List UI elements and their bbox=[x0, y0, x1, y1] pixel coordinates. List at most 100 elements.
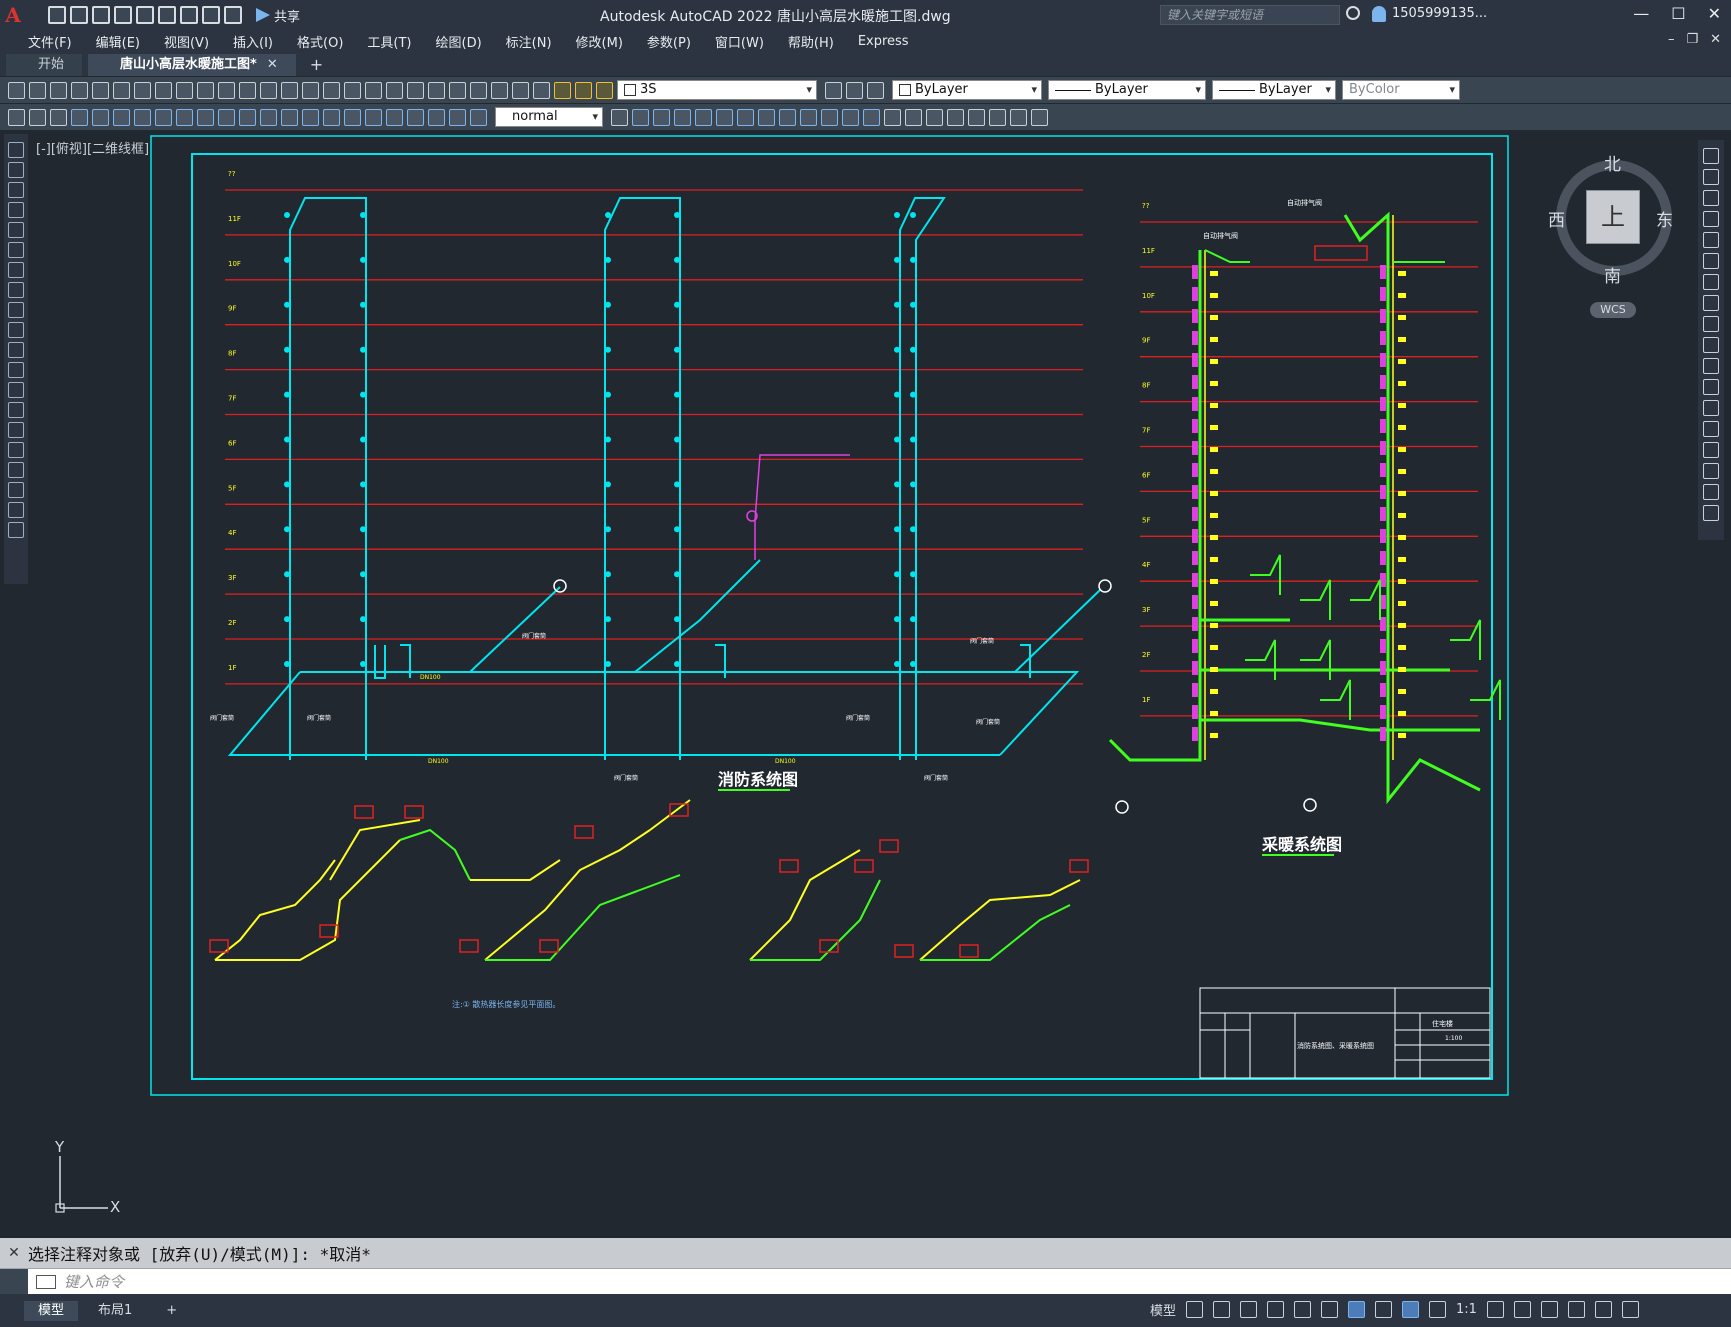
ucs-face-icon[interactable] bbox=[758, 108, 775, 126]
menu-insert[interactable]: 插入(I) bbox=[221, 32, 285, 51]
drawing-canvas[interactable]: ??11F10F9F8F7F6F5F4F3F2F1F 消防系统图 注:① 散热器… bbox=[30, 134, 1695, 1234]
layer-on-icon[interactable] bbox=[554, 81, 571, 99]
walk-icon[interactable] bbox=[989, 108, 1006, 126]
redo-toolbar-icon[interactable] bbox=[281, 81, 298, 99]
polygon-icon[interactable] bbox=[8, 202, 24, 218]
tab-start[interactable]: 开始 bbox=[6, 54, 83, 76]
fillet-icon[interactable] bbox=[1703, 463, 1719, 479]
undo-toolbar-icon[interactable] bbox=[260, 81, 277, 99]
help-icon[interactable] bbox=[512, 81, 529, 99]
ucs-previous-icon[interactable] bbox=[737, 108, 754, 126]
xline-icon[interactable] bbox=[8, 162, 24, 178]
zoom-previous-icon[interactable] bbox=[365, 81, 382, 99]
save-toolbar-icon[interactable] bbox=[50, 81, 67, 99]
camera-icon[interactable] bbox=[1031, 108, 1048, 126]
annotation-monitor-icon[interactable] bbox=[1513, 1301, 1531, 1318]
color-dropdown[interactable]: ByLayer bbox=[892, 80, 1042, 100]
command-close-icon[interactable]: ✕ bbox=[0, 1245, 28, 1261]
add-selected-icon[interactable] bbox=[8, 522, 24, 538]
ortho-icon[interactable] bbox=[1240, 1301, 1258, 1318]
radius-dim-icon[interactable] bbox=[155, 108, 172, 126]
break-point-icon[interactable] bbox=[1703, 379, 1719, 395]
doc-close-icon[interactable]: ✕ bbox=[1710, 32, 1721, 47]
arc-icon[interactable] bbox=[8, 242, 24, 258]
insert-block-icon[interactable] bbox=[8, 362, 24, 378]
layer-freeze-icon[interactable] bbox=[575, 81, 592, 99]
orbit-icon[interactable] bbox=[632, 108, 649, 126]
ucs-icon[interactable] bbox=[695, 108, 712, 126]
array-icon[interactable] bbox=[1703, 232, 1719, 248]
viewport-controls-label[interactable]: [-][俯视][二维线框] bbox=[36, 138, 149, 157]
match-prop-icon[interactable] bbox=[218, 81, 235, 99]
copy-icon[interactable] bbox=[176, 81, 193, 99]
command-input[interactable] bbox=[64, 1272, 1664, 1291]
pan-icon[interactable] bbox=[302, 81, 319, 99]
jogged-icon[interactable] bbox=[176, 108, 193, 126]
zoom-realtime-icon[interactable] bbox=[323, 81, 340, 99]
quick-dim-icon[interactable] bbox=[239, 108, 256, 126]
inspection-icon[interactable] bbox=[386, 108, 403, 126]
free-orbit-icon[interactable] bbox=[653, 108, 670, 126]
share-button[interactable]: 共享 bbox=[256, 6, 300, 25]
table-icon[interactable] bbox=[8, 482, 24, 498]
workspace-gear-icon[interactable] bbox=[1486, 1301, 1504, 1318]
autocad-logo-icon[interactable]: A bbox=[0, 0, 26, 30]
minimize-icon[interactable]: — bbox=[1633, 4, 1649, 23]
model-space-label[interactable]: 模型 bbox=[1150, 1300, 1176, 1319]
drawing-viewport[interactable]: ?? 11F 10F 9F 8F 7F 6F 5F 4F 3F 2F 1F 消防… bbox=[30, 134, 1695, 1234]
polyline-icon[interactable] bbox=[8, 182, 24, 198]
menu-tools[interactable]: 工具(T) bbox=[355, 32, 423, 51]
redo-icon[interactable] bbox=[224, 6, 242, 24]
menu-draw[interactable]: 绘图(D) bbox=[424, 32, 494, 51]
copy-object-icon[interactable] bbox=[1703, 169, 1719, 185]
named-views-icon[interactable] bbox=[884, 108, 901, 126]
dim-style-icon[interactable] bbox=[611, 108, 628, 126]
tab-model[interactable]: 模型 bbox=[24, 1300, 79, 1321]
compass-east[interactable]: 东 bbox=[1656, 206, 1673, 231]
ordinate-icon[interactable] bbox=[134, 108, 151, 126]
layer-lock-icon[interactable] bbox=[596, 81, 613, 99]
move-icon[interactable] bbox=[1703, 253, 1719, 269]
plotstyle-dropdown[interactable]: ByColor bbox=[1342, 80, 1460, 100]
ucs-view-icon[interactable] bbox=[800, 108, 817, 126]
aligned-dim-icon[interactable] bbox=[92, 108, 109, 126]
annotation-scale[interactable]: 1:1 bbox=[1456, 1302, 1477, 1317]
layer-match-icon[interactable] bbox=[8, 108, 25, 126]
menu-modify[interactable]: 修改(M) bbox=[564, 32, 635, 51]
compass-west[interactable]: 西 bbox=[1548, 206, 1565, 231]
layer-iso-icon[interactable] bbox=[29, 108, 46, 126]
menu-express[interactable]: Express bbox=[846, 34, 921, 49]
hardware-accel-icon[interactable] bbox=[1567, 1301, 1585, 1318]
viewcube-top-face[interactable]: 上 bbox=[1586, 190, 1640, 244]
preview-icon[interactable] bbox=[92, 81, 109, 99]
compass-south[interactable]: 南 bbox=[1604, 262, 1621, 287]
3d-dwf-icon[interactable] bbox=[134, 81, 151, 99]
new-tab-button[interactable]: + bbox=[310, 54, 323, 76]
object-snap-tracking-icon[interactable] bbox=[1321, 1301, 1339, 1318]
save-icon[interactable] bbox=[92, 6, 110, 24]
grid-icon[interactable] bbox=[1186, 1301, 1204, 1318]
markup-icon[interactable] bbox=[470, 81, 487, 99]
menu-edit[interactable]: 编辑(E) bbox=[84, 32, 152, 51]
paste-icon[interactable] bbox=[197, 81, 214, 99]
materials-icon[interactable] bbox=[947, 108, 964, 126]
save-as-icon[interactable] bbox=[114, 6, 132, 24]
tab-drawing[interactable]: 唐山小高层水暖施工图* ✕ bbox=[88, 54, 296, 76]
scale-icon[interactable] bbox=[1703, 295, 1719, 311]
region-icon[interactable] bbox=[8, 462, 24, 478]
auto-scale-icon[interactable] bbox=[1429, 1301, 1447, 1318]
clean-screen-icon[interactable] bbox=[1594, 1301, 1612, 1318]
hatch-icon[interactable] bbox=[8, 422, 24, 438]
fly-icon[interactable] bbox=[1010, 108, 1027, 126]
menu-format[interactable]: 格式(O) bbox=[285, 32, 355, 51]
revcloud-icon[interactable] bbox=[8, 282, 24, 298]
join-icon[interactable] bbox=[1703, 421, 1719, 437]
ucs-object-icon[interactable] bbox=[779, 108, 796, 126]
open-web-icon[interactable] bbox=[136, 6, 154, 24]
menu-parametric[interactable]: 参数(P) bbox=[635, 32, 703, 51]
layer-previous-icon[interactable] bbox=[846, 81, 863, 99]
line-icon[interactable] bbox=[8, 142, 24, 158]
rectangle-icon[interactable] bbox=[8, 222, 24, 238]
text-style-dropdown[interactable]: normal bbox=[495, 107, 603, 127]
mtext-icon[interactable] bbox=[8, 502, 24, 518]
